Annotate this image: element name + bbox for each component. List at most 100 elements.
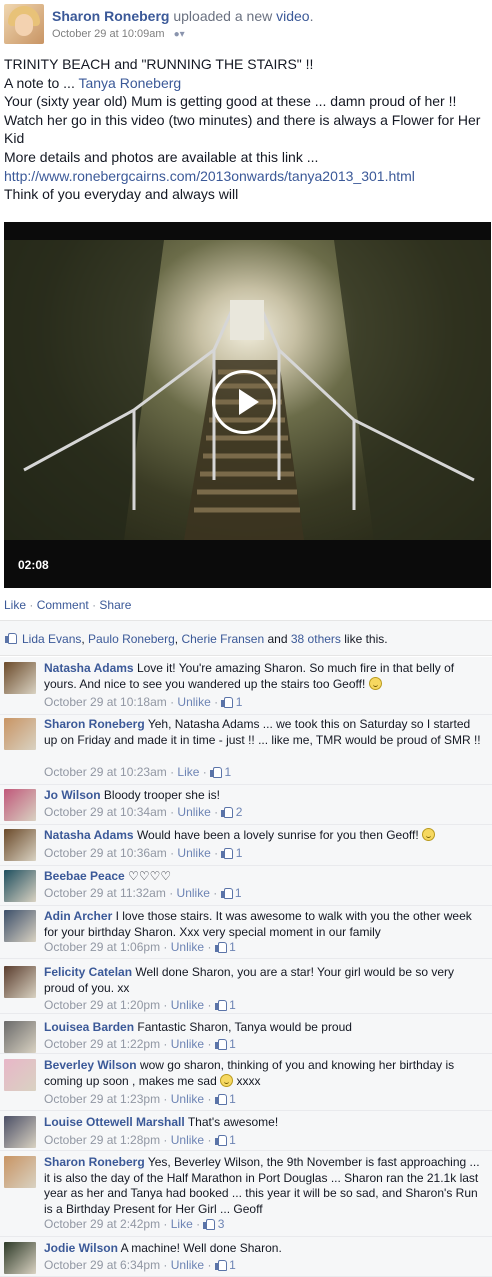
commenter-avatar[interactable] [4, 789, 36, 821]
commenter-avatar[interactable] [4, 1156, 36, 1188]
commenter-avatar[interactable] [4, 870, 36, 902]
comment-timestamp[interactable]: October 29 at 2:42pm [44, 1217, 160, 1231]
commenter-name[interactable]: Natasha Adams [44, 828, 134, 842]
comment-timestamp[interactable]: October 29 at 1:28pm [44, 1133, 160, 1147]
comment-timestamp[interactable]: October 29 at 10:23am [44, 765, 167, 779]
commenter-avatar[interactable] [4, 829, 36, 861]
likes-summary: Lida Evans, Paulo Roneberg, Cherie Frans… [0, 620, 492, 656]
commenter-name[interactable]: Sharon Roneberg [44, 1155, 145, 1169]
post-action-text: uploaded a new [169, 8, 277, 24]
thumbs-up-icon [214, 1038, 227, 1050]
commenter-avatar[interactable] [4, 662, 36, 694]
external-link[interactable]: http://www.ronebergcairns.com/2013onward… [4, 167, 488, 186]
comment-meta: October 29 at 10:34am · Unlike · 2 [44, 805, 243, 819]
comment-like-count[interactable]: 1 [236, 695, 243, 709]
like-button[interactable]: Like [4, 598, 26, 612]
thumbs-up-icon [214, 941, 227, 953]
comment-like-button[interactable]: Unlike [177, 886, 210, 900]
comment-like-count[interactable]: 1 [224, 765, 231, 779]
comment-like-button[interactable]: Unlike [177, 805, 210, 819]
comment-like-button[interactable]: Like [177, 765, 199, 779]
post-line: Watch her go in this video (two minutes)… [4, 111, 481, 147]
post-author-name[interactable]: Sharon Roneberg [52, 8, 169, 24]
author-avatar[interactable] [4, 4, 44, 44]
liker-link[interactable]: Lida Evans [22, 632, 81, 646]
comment-meta: October 29 at 10:36am · Unlike · 1 [44, 846, 243, 860]
others-link[interactable]: 38 others [291, 632, 341, 646]
comment-like-count[interactable]: 1 [229, 1037, 236, 1051]
comment-timestamp[interactable]: October 29 at 6:34pm [44, 1258, 160, 1272]
post-timestamp[interactable]: October 29 at 10:09am [52, 28, 165, 40]
comment-like-button[interactable]: Unlike [171, 940, 204, 954]
commenter-name[interactable]: Jo Wilson [44, 788, 101, 802]
likes-text: Lida Evans, Paulo Roneberg, Cherie Frans… [22, 632, 388, 646]
comment-like-count[interactable]: 1 [229, 940, 236, 954]
commenter-avatar[interactable] [4, 1116, 36, 1148]
video-player[interactable]: 02:08 [4, 222, 491, 588]
mention-link[interactable]: Tanya Roneberg [78, 75, 181, 91]
commenter-avatar[interactable] [4, 966, 36, 998]
comment-timestamp[interactable]: October 29 at 1:20pm [44, 998, 160, 1012]
commenter-avatar[interactable] [4, 1242, 36, 1274]
commenter-name[interactable]: Beverley Wilson [44, 1058, 137, 1072]
commenter-name[interactable]: Louisea Barden [44, 1020, 134, 1034]
comment-button[interactable]: Comment [37, 598, 89, 612]
comment-like-count[interactable]: 1 [236, 846, 243, 860]
comment-timestamp[interactable]: October 29 at 1:22pm [44, 1037, 160, 1051]
commenter-name[interactable]: Felicity Catelan [44, 965, 132, 979]
comment-body: Fantastic Sharon, Tanya would be proud [137, 1020, 352, 1034]
comment-timestamp[interactable]: October 29 at 10:36am [44, 846, 167, 860]
comment-timestamp[interactable]: October 29 at 1:06pm [44, 940, 160, 954]
commenter-name[interactable]: Adin Archer [44, 909, 112, 923]
liker-link[interactable]: Paulo Roneberg [88, 632, 175, 646]
commenter-name[interactable]: Sharon Roneberg [44, 717, 145, 731]
commenter-avatar[interactable] [4, 910, 36, 942]
comment-like-count[interactable]: 2 [236, 805, 243, 819]
comment-like-count[interactable]: 1 [229, 1092, 236, 1106]
thumbs-up-icon [221, 847, 234, 859]
comment-like-button[interactable]: Like [171, 1217, 193, 1231]
comment-text: Jo Wilson Bloody trooper she is! [44, 788, 484, 804]
comment-like-button[interactable]: Unlike [171, 1258, 204, 1272]
comment-text: Natasha Adams Would have been a lovely s… [44, 828, 484, 844]
commenter-name[interactable]: Jodie Wilson [44, 1241, 118, 1255]
comment-body: A machine! Well done Sharon. [120, 1241, 282, 1255]
comment-like-button[interactable]: Unlike [171, 1092, 204, 1106]
comment-item: Jo Wilson Bloody trooper she is! October … [0, 785, 492, 825]
comment-like-button[interactable]: Unlike [177, 695, 210, 709]
comment-like-button[interactable]: Unlike [171, 1133, 204, 1147]
comment-like-count[interactable]: 1 [235, 886, 242, 900]
comment-like-button[interactable]: Unlike [177, 846, 210, 860]
comment-like-button[interactable]: Unlike [171, 998, 204, 1012]
comment-like-count[interactable]: 1 [229, 998, 236, 1012]
comment-timestamp[interactable]: October 29 at 10:18am [44, 695, 167, 709]
post-meta: October 29 at 10:09am ●▾ [52, 28, 185, 40]
comment-like-count[interactable]: 1 [229, 1258, 236, 1272]
thumbs-up-icon [214, 999, 227, 1011]
commenter-name[interactable]: Natasha Adams [44, 661, 134, 675]
comment-item: Jodie Wilson A machine! Well done Sharon… [0, 1237, 492, 1277]
share-button[interactable]: Share [99, 598, 131, 612]
commenter-avatar[interactable] [4, 1021, 36, 1053]
comment-text: Adin Archer I love those stairs. It was … [44, 909, 484, 940]
play-icon[interactable] [212, 370, 276, 434]
friends-audience-icon[interactable]: ●▾ [174, 29, 185, 40]
comment-item: Felicity Catelan Well done Sharon, you a… [0, 959, 492, 1014]
liker-link[interactable]: Cherie Fransen [181, 632, 264, 646]
video-link[interactable]: video [276, 8, 309, 24]
commenter-name[interactable]: Beebae Peace [44, 869, 125, 883]
comment-body: Would have been a lovely sunrise for you… [136, 828, 419, 842]
post-line: Think of you everyday and always will [4, 186, 239, 203]
comment-timestamp[interactable]: October 29 at 10:34am [44, 805, 167, 819]
comment-timestamp[interactable]: October 29 at 11:32am [44, 886, 166, 900]
comment-like-count[interactable]: 1 [229, 1133, 236, 1147]
comment-meta: October 29 at 1:22pm · Unlike · 1 [44, 1037, 236, 1051]
commenter-avatar[interactable] [4, 718, 36, 750]
comment-like-count[interactable]: 3 [218, 1217, 225, 1231]
comment-text: Louisea Barden Fantastic Sharon, Tanya w… [44, 1020, 484, 1036]
commenter-name[interactable]: Louise Ottewell Marshall [44, 1115, 185, 1129]
comment-timestamp[interactable]: October 29 at 1:23pm [44, 1092, 160, 1106]
commenter-avatar[interactable] [4, 1059, 36, 1091]
comment-text: Sharon Roneberg Yes, Beverley Wilson, th… [44, 1155, 484, 1217]
comment-like-button[interactable]: Unlike [171, 1037, 204, 1051]
